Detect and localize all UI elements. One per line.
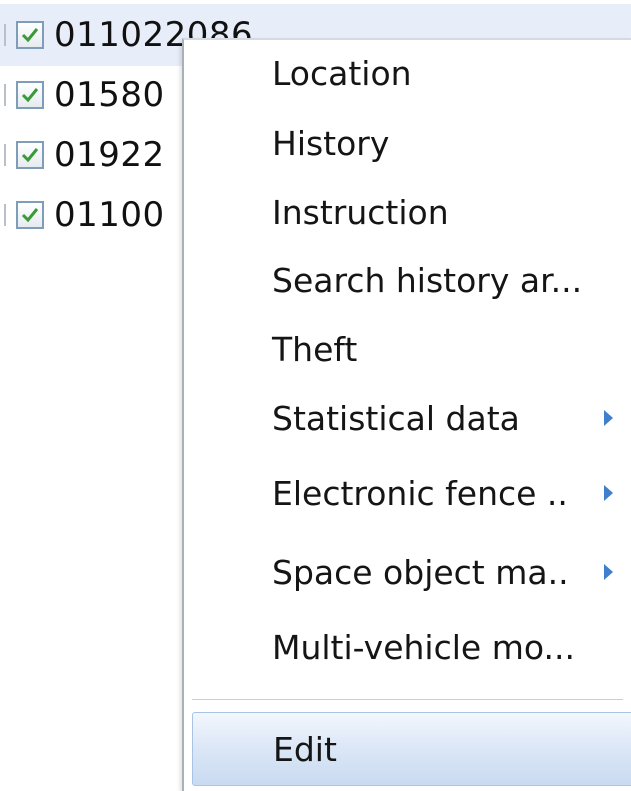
check-icon [21, 28, 39, 43]
menu-item-label: Statistical data [272, 398, 520, 438]
tree-row-2[interactable]: 01922 [0, 124, 165, 186]
menu-item-label: History [272, 123, 390, 163]
checkbox-checked[interactable] [16, 81, 44, 109]
menu-item-location[interactable]: Location [184, 44, 631, 102]
tree-connector-line [4, 84, 6, 106]
menu-separator [192, 699, 623, 701]
tree-row-label: 01580 [54, 75, 165, 115]
tree-row-1[interactable]: 01580 [0, 64, 165, 126]
menu-item-space-object[interactable]: Space object ma.. [184, 543, 631, 601]
checkbox-checked[interactable] [16, 201, 44, 229]
checkbox-checked[interactable] [16, 141, 44, 169]
tree-connector-line [4, 24, 6, 46]
menu-item-electronic-fence[interactable]: Electronic fence .. [184, 464, 631, 522]
submenu-arrow-icon [604, 410, 613, 426]
submenu-arrow-icon [604, 564, 613, 580]
menu-item-label: Space object ma.. [272, 552, 569, 592]
menu-item-history[interactable]: History [184, 114, 631, 172]
check-icon [21, 148, 39, 163]
tree-connector-line [4, 204, 6, 226]
menu-item-label: Theft [272, 329, 358, 369]
tree-row-label: 01100 [54, 195, 165, 235]
menu-item-statistical-data[interactable]: Statistical data [184, 389, 631, 447]
submenu-arrow-icon [604, 485, 613, 501]
tree-connector-line [4, 144, 6, 166]
menu-item-label: Electronic fence .. [272, 473, 568, 513]
menu-item-label: Instruction [272, 192, 449, 232]
menu-item-multi-vehicle[interactable]: Multi-vehicle mo... [184, 618, 631, 676]
menu-item-label: Search history ar... [272, 260, 583, 300]
check-icon [21, 88, 39, 103]
menu-item-search-history-area[interactable]: Search history ar... [184, 251, 631, 309]
tree-row-3[interactable]: 01100 [0, 184, 165, 246]
menu-item-label: Edit [273, 729, 337, 769]
check-icon [21, 208, 39, 223]
menu-item-label: Multi-vehicle mo... [272, 627, 575, 667]
menu-item-instruction[interactable]: Instruction [184, 183, 631, 241]
checkbox-checked[interactable] [16, 21, 44, 49]
context-menu: Location History Instruction Search hist… [182, 38, 631, 791]
menu-item-theft[interactable]: Theft [184, 320, 631, 378]
menu-item-label: Location [272, 53, 412, 93]
tree-row-label: 01922 [54, 135, 165, 175]
menu-item-edit[interactable]: Edit [192, 712, 631, 786]
